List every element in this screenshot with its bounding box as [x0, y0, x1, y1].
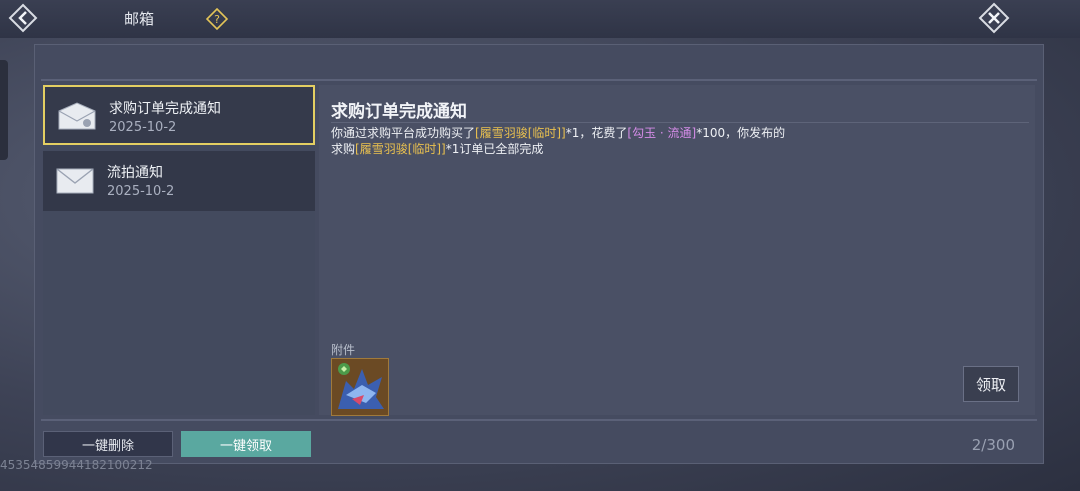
claim-button[interactable]: 领取 [963, 366, 1019, 402]
body-text: *1订单已全部完成 [445, 142, 544, 156]
body-text: 求购 [331, 142, 356, 156]
top-bar: 邮箱 ? [0, 0, 1080, 38]
mail-detail-body: 你通过求购平台成功购买了[履雪羽骏[临时]]*1，花费了[勾玉 · 流通]*10… [331, 125, 891, 157]
body-text: 你通过求购平台成功购买了 [331, 126, 476, 140]
mail-detail-title: 求购订单完成通知 [331, 102, 467, 122]
item-link[interactable]: [履雪羽骏[临时]] [475, 126, 566, 140]
mail-date: 2025-10-2 [107, 184, 175, 199]
mail-subject: 求购订单完成通知 [109, 101, 221, 117]
envelope-opened-icon [58, 102, 96, 130]
mailbox-panel: 求购订单完成通知 2025-10-2 流拍通知 2025-10-2 求购订单完成… [34, 44, 1044, 464]
mail-subject: 流拍通知 [107, 165, 163, 181]
wolf-mount-icon [332, 359, 388, 415]
close-button[interactable] [976, 2, 1012, 34]
body-line-2: 求购[履雪羽骏[临时]]*1订单已全部完成 [331, 141, 891, 157]
claim-all-button[interactable]: 一键领取 [181, 431, 311, 457]
svg-text:?: ? [214, 13, 220, 26]
divider [331, 122, 1029, 123]
delete-all-button[interactable]: 一键删除 [43, 431, 173, 457]
mail-count: 2/300 [971, 436, 1015, 454]
attachment-item[interactable] [331, 358, 389, 416]
divider [41, 79, 1037, 81]
mail-detail: 求购订单完成通知 你通过求购平台成功购买了[履雪羽骏[临时]]*1，花费了[勾玉… [319, 85, 1035, 416]
mail-item-order-complete[interactable]: 求购订单完成通知 2025-10-2 [43, 85, 315, 145]
player-uid: 4535485994418210021​2 [0, 458, 153, 472]
back-button[interactable] [6, 3, 40, 33]
divider [41, 419, 1037, 421]
attachment-label: 附件 [331, 343, 356, 357]
close-icon [978, 2, 1010, 34]
body-text: *100，你发布的 [696, 126, 786, 140]
mail-item-auction-fail[interactable]: 流拍通知 2025-10-2 [43, 151, 315, 211]
currency-link[interactable]: [勾玉 · 流通] [627, 126, 696, 140]
help-button[interactable]: ? [206, 8, 228, 30]
left-edge-tab [0, 60, 8, 160]
question-icon: ? [206, 8, 228, 30]
back-arrow-icon [8, 3, 38, 33]
body-text: *1，花费了 [565, 126, 628, 140]
body-line-1: 你通过求购平台成功购买了[履雪羽骏[临时]]*1，花费了[勾玉 · 流通]*10… [331, 125, 891, 141]
item-link[interactable]: [履雪羽骏[临时]] [355, 142, 446, 156]
mail-date: 2025-10-2 [109, 120, 177, 135]
page-title: 邮箱 [124, 10, 155, 28]
envelope-icon [56, 168, 94, 194]
mail-list: 求购订单完成通知 2025-10-2 流拍通知 2025-10-2 [43, 85, 315, 415]
